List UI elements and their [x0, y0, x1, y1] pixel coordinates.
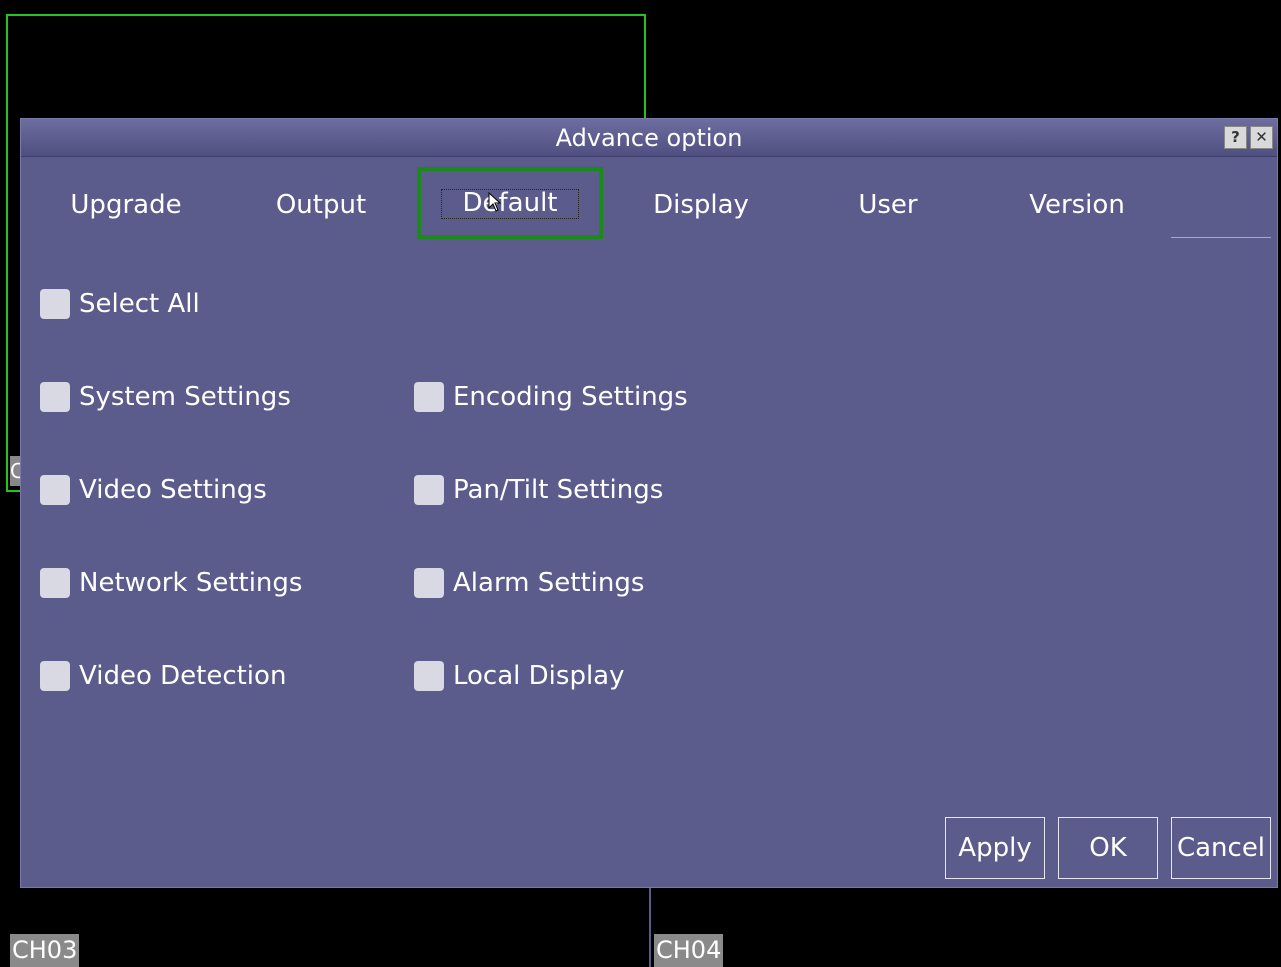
tab-version[interactable]: Version	[997, 179, 1157, 231]
checkbox-label: Network Settings	[79, 568, 303, 598]
checkbox-select-all[interactable]: Select All	[40, 284, 200, 324]
checkbox-box[interactable]	[40, 475, 70, 505]
dialog-titlebar[interactable]: Advance option ? ✕	[21, 119, 1277, 157]
help-button[interactable]: ?	[1224, 126, 1247, 149]
checkbox-box[interactable]	[40, 289, 70, 319]
channel-label-partial: C	[10, 456, 20, 486]
checkbox-label: Select All	[79, 289, 200, 319]
checkbox-box[interactable]	[40, 382, 70, 412]
checkbox-label: Alarm Settings	[453, 568, 645, 598]
cancel-button[interactable]: Cancel	[1171, 817, 1271, 879]
checkbox-local-display[interactable]: Local Display	[414, 656, 625, 696]
checkbox-box[interactable]	[414, 568, 444, 598]
checkbox-alarm-settings[interactable]: Alarm Settings	[414, 563, 644, 603]
checkbox-label: Encoding Settings	[453, 382, 688, 412]
checkbox-label: Video Settings	[79, 475, 267, 505]
ok-button[interactable]: OK	[1058, 817, 1158, 879]
checkbox-box[interactable]	[414, 661, 444, 691]
checkbox-box[interactable]	[414, 382, 444, 412]
checkbox-video-settings[interactable]: Video Settings	[40, 470, 267, 510]
mouse-cursor-icon	[488, 192, 502, 212]
checkbox-label: Pan/Tilt Settings	[453, 475, 664, 505]
focus-outline	[441, 189, 579, 219]
checkbox-video-detection[interactable]: Video Detection	[40, 656, 286, 696]
checkbox-encoding-settings[interactable]: Encoding Settings	[414, 377, 688, 417]
channel-label-ch04: CH04	[654, 934, 724, 967]
tab-display[interactable]: Display	[621, 179, 781, 231]
apply-button[interactable]: Apply	[945, 817, 1045, 879]
advance-option-dialog: Advance option ? ✕ Upgrade Output Defaul…	[20, 118, 1278, 888]
dialog-title: Advance option	[555, 124, 743, 152]
checkbox-box[interactable]	[40, 568, 70, 598]
tab-underline	[1171, 237, 1271, 238]
checkbox-label: Local Display	[453, 661, 625, 691]
checkbox-system-settings[interactable]: System Settings	[40, 377, 291, 417]
tab-default[interactable]: Default	[417, 167, 603, 239]
channel-label-ch03: CH03	[10, 934, 80, 967]
tab-user[interactable]: User	[808, 179, 968, 231]
tab-output[interactable]: Output	[241, 179, 401, 231]
checkbox-pan-tilt-settings[interactable]: Pan/Tilt Settings	[414, 470, 663, 510]
checkbox-box[interactable]	[414, 475, 444, 505]
tab-upgrade[interactable]: Upgrade	[46, 179, 206, 231]
checkbox-network-settings[interactable]: Network Settings	[40, 563, 302, 603]
checkbox-label: Video Detection	[79, 661, 287, 691]
close-button[interactable]: ✕	[1250, 126, 1273, 149]
checkbox-box[interactable]	[40, 661, 70, 691]
checkbox-label: System Settings	[79, 382, 291, 412]
